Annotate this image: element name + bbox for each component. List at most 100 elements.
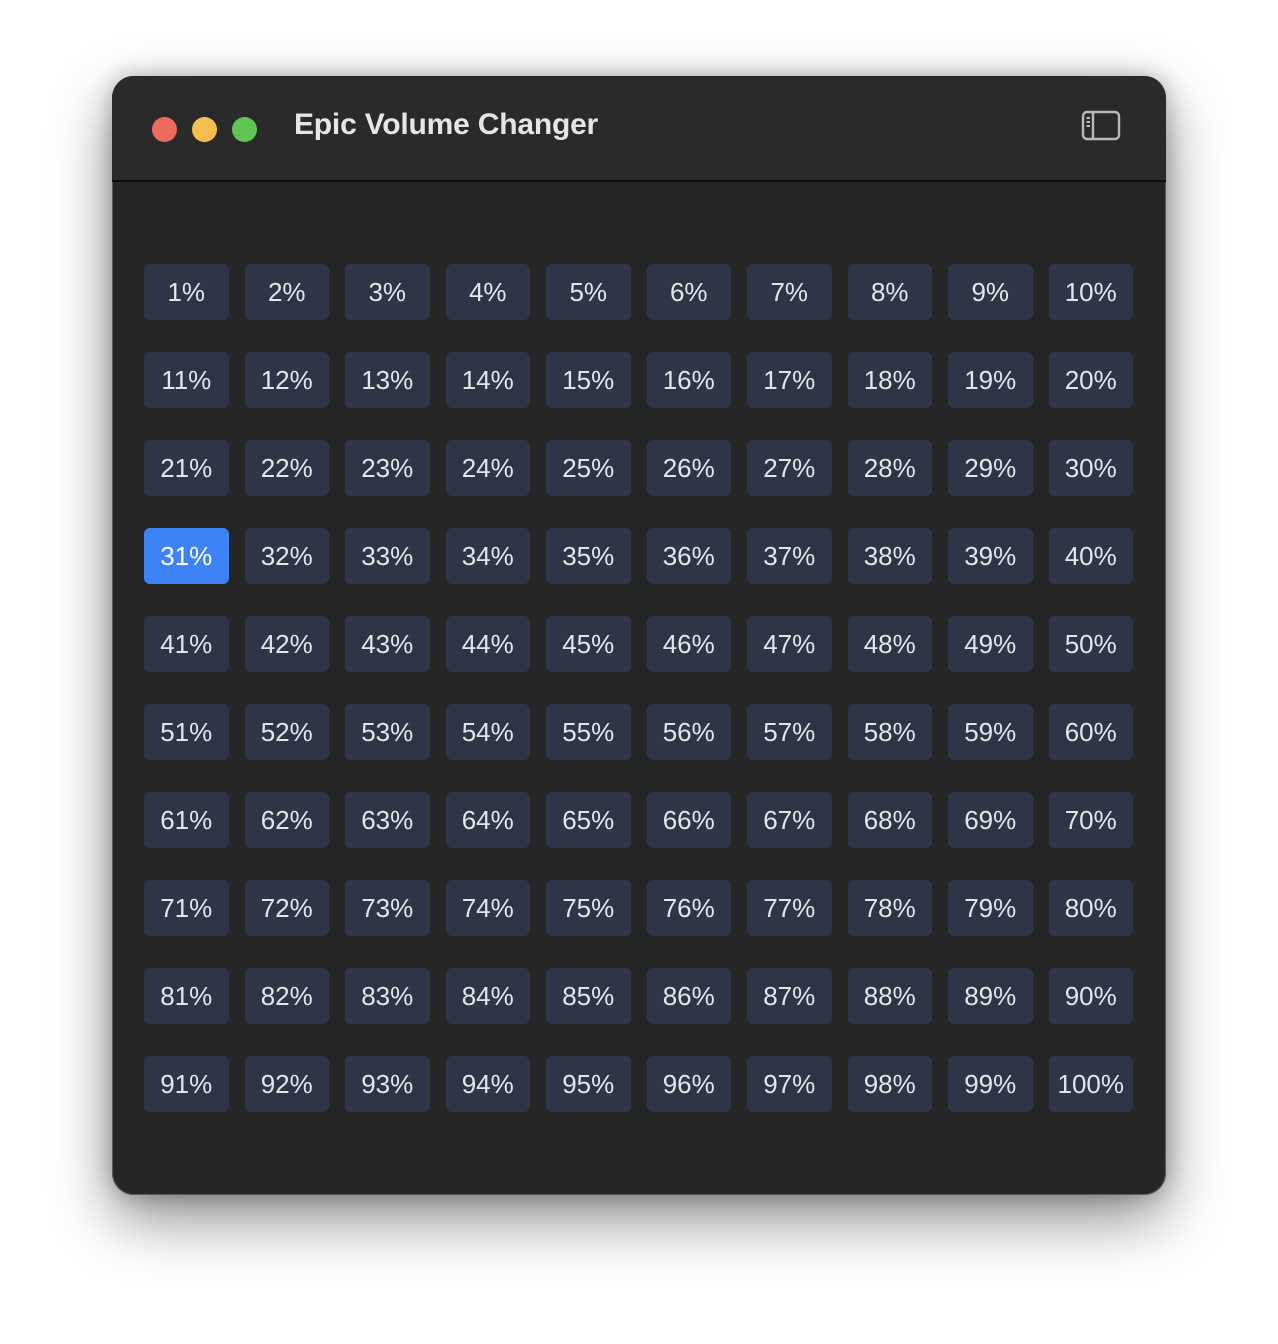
volume-option-button[interactable]: 49% xyxy=(948,616,1033,672)
volume-option-button[interactable]: 63% xyxy=(345,792,430,848)
sidebar-toggle-button[interactable] xyxy=(1072,108,1122,146)
volume-option-button[interactable]: 50% xyxy=(1048,616,1133,672)
volume-option-button[interactable]: 43% xyxy=(345,616,430,672)
volume-option-button[interactable]: 12% xyxy=(244,352,329,408)
volume-option-button[interactable]: 72% xyxy=(244,880,329,936)
volume-option-button[interactable]: 33% xyxy=(345,528,430,584)
volume-option-button[interactable]: 95% xyxy=(546,1056,631,1112)
close-window-button[interactable] xyxy=(152,117,177,142)
volume-option-button[interactable]: 99% xyxy=(948,1056,1033,1112)
volume-option-button[interactable]: 41% xyxy=(144,616,229,672)
volume-option-button[interactable]: 6% xyxy=(646,264,731,320)
volume-option-button[interactable]: 9% xyxy=(948,264,1033,320)
volume-option-button[interactable]: 16% xyxy=(646,352,731,408)
volume-option-button[interactable]: 8% xyxy=(847,264,932,320)
volume-option-button[interactable]: 28% xyxy=(847,440,932,496)
volume-option-button[interactable]: 66% xyxy=(646,792,731,848)
volume-option-button[interactable]: 27% xyxy=(747,440,832,496)
volume-option-button[interactable]: 20% xyxy=(1048,352,1133,408)
volume-option-button[interactable]: 17% xyxy=(747,352,832,408)
volume-option-button[interactable]: 24% xyxy=(445,440,530,496)
volume-option-button[interactable]: 69% xyxy=(948,792,1033,848)
volume-option-button[interactable]: 19% xyxy=(948,352,1033,408)
volume-option-button[interactable]: 32% xyxy=(244,528,329,584)
volume-option-button[interactable]: 23% xyxy=(345,440,430,496)
volume-option-button[interactable]: 58% xyxy=(847,704,932,760)
volume-option-button[interactable]: 14% xyxy=(445,352,530,408)
volume-option-button[interactable]: 10% xyxy=(1048,264,1133,320)
volume-option-button[interactable]: 78% xyxy=(847,880,932,936)
volume-option-button[interactable]: 55% xyxy=(546,704,631,760)
volume-option-button[interactable]: 57% xyxy=(747,704,832,760)
volume-option-button[interactable]: 11% xyxy=(144,352,229,408)
volume-option-button[interactable]: 62% xyxy=(244,792,329,848)
volume-option-button[interactable]: 35% xyxy=(546,528,631,584)
volume-option-button[interactable]: 60% xyxy=(1048,704,1133,760)
volume-option-button[interactable]: 87% xyxy=(747,968,832,1024)
volume-option-button[interactable]: 46% xyxy=(646,616,731,672)
volume-option-button[interactable]: 38% xyxy=(847,528,932,584)
volume-option-button[interactable]: 3% xyxy=(345,264,430,320)
volume-option-button[interactable]: 67% xyxy=(747,792,832,848)
volume-option-button[interactable]: 15% xyxy=(546,352,631,408)
volume-option-button[interactable]: 51% xyxy=(144,704,229,760)
volume-option-button[interactable]: 25% xyxy=(546,440,631,496)
volume-option-button[interactable]: 89% xyxy=(948,968,1033,1024)
volume-option-button-selected[interactable]: 31% xyxy=(144,528,229,584)
volume-option-button[interactable]: 48% xyxy=(847,616,932,672)
volume-option-button[interactable]: 22% xyxy=(244,440,329,496)
volume-option-button[interactable]: 61% xyxy=(144,792,229,848)
volume-option-button[interactable]: 94% xyxy=(445,1056,530,1112)
volume-option-button[interactable]: 79% xyxy=(948,880,1033,936)
volume-option-button[interactable]: 97% xyxy=(747,1056,832,1112)
volume-option-button[interactable]: 59% xyxy=(948,704,1033,760)
minimize-window-button[interactable] xyxy=(192,117,217,142)
volume-option-button[interactable]: 92% xyxy=(244,1056,329,1112)
volume-option-button[interactable]: 88% xyxy=(847,968,932,1024)
volume-option-button[interactable]: 4% xyxy=(445,264,530,320)
volume-option-button[interactable]: 83% xyxy=(345,968,430,1024)
volume-option-button[interactable]: 93% xyxy=(345,1056,430,1112)
volume-option-button[interactable]: 91% xyxy=(144,1056,229,1112)
volume-option-button[interactable]: 42% xyxy=(244,616,329,672)
volume-option-button[interactable]: 82% xyxy=(244,968,329,1024)
volume-option-button[interactable]: 75% xyxy=(546,880,631,936)
volume-option-button[interactable]: 81% xyxy=(144,968,229,1024)
zoom-window-button[interactable] xyxy=(232,117,257,142)
volume-option-button[interactable]: 34% xyxy=(445,528,530,584)
volume-option-button[interactable]: 18% xyxy=(847,352,932,408)
volume-option-button[interactable]: 56% xyxy=(646,704,731,760)
volume-option-button[interactable]: 5% xyxy=(546,264,631,320)
volume-option-button[interactable]: 77% xyxy=(747,880,832,936)
volume-option-button[interactable]: 100% xyxy=(1048,1056,1133,1112)
volume-option-button[interactable]: 74% xyxy=(445,880,530,936)
volume-option-button[interactable]: 54% xyxy=(445,704,530,760)
volume-option-button[interactable]: 45% xyxy=(546,616,631,672)
volume-option-button[interactable]: 52% xyxy=(244,704,329,760)
volume-option-button[interactable]: 53% xyxy=(345,704,430,760)
volume-option-button[interactable]: 70% xyxy=(1048,792,1133,848)
volume-option-button[interactable]: 36% xyxy=(646,528,731,584)
volume-option-button[interactable]: 68% xyxy=(847,792,932,848)
volume-option-button[interactable]: 47% xyxy=(747,616,832,672)
volume-option-button[interactable]: 40% xyxy=(1048,528,1133,584)
volume-option-button[interactable]: 73% xyxy=(345,880,430,936)
volume-option-button[interactable]: 37% xyxy=(747,528,832,584)
volume-option-button[interactable]: 29% xyxy=(948,440,1033,496)
volume-option-button[interactable]: 13% xyxy=(345,352,430,408)
volume-option-button[interactable]: 2% xyxy=(244,264,329,320)
volume-option-button[interactable]: 1% xyxy=(144,264,229,320)
volume-option-button[interactable]: 85% xyxy=(546,968,631,1024)
volume-option-button[interactable]: 96% xyxy=(646,1056,731,1112)
volume-option-button[interactable]: 98% xyxy=(847,1056,932,1112)
volume-option-button[interactable]: 21% xyxy=(144,440,229,496)
volume-option-button[interactable]: 7% xyxy=(747,264,832,320)
volume-option-button[interactable]: 90% xyxy=(1048,968,1133,1024)
volume-option-button[interactable]: 64% xyxy=(445,792,530,848)
volume-option-button[interactable]: 26% xyxy=(646,440,731,496)
volume-option-button[interactable]: 86% xyxy=(646,968,731,1024)
volume-option-button[interactable]: 44% xyxy=(445,616,530,672)
volume-option-button[interactable]: 71% xyxy=(144,880,229,936)
volume-option-button[interactable]: 80% xyxy=(1048,880,1133,936)
volume-option-button[interactable]: 39% xyxy=(948,528,1033,584)
